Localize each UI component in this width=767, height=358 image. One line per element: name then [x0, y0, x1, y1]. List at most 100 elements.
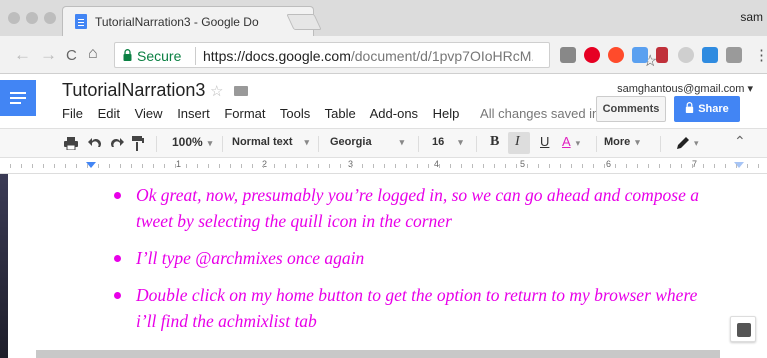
- address-bar[interactable]: Secure https://docs.google.com/document/…: [114, 42, 657, 70]
- ruler-tick: [648, 164, 649, 168]
- explore-button[interactable]: [730, 316, 756, 342]
- close-window-button[interactable]: [8, 12, 20, 24]
- pinterest-icon[interactable]: [584, 47, 600, 63]
- forward-button[interactable]: →: [40, 45, 57, 65]
- home-button[interactable]: ⌂: [88, 45, 98, 63]
- document-title[interactable]: TutorialNarration3: [62, 80, 205, 101]
- opera-icon[interactable]: [608, 47, 624, 63]
- list-item[interactable]: I’ll type @archmixes once again: [114, 245, 714, 271]
- style-select[interactable]: Normal text ▾: [232, 136, 309, 148]
- desktop-background: [0, 174, 8, 358]
- ruler-tick: [670, 164, 671, 168]
- menu-bar: File Edit View Insert Format Tools Table…: [62, 106, 638, 121]
- move-to-folder-icon[interactable]: [234, 86, 248, 96]
- ruler-tick: [494, 164, 495, 168]
- chevron-down-icon: ▾: [694, 138, 699, 148]
- tab-title: TutorialNarration3 - Google Do: [95, 15, 259, 29]
- minimize-window-button[interactable]: [26, 12, 38, 24]
- editing-mode-pencil-icon[interactable]: [676, 136, 690, 150]
- more-button[interactable]: More ▾: [604, 136, 640, 148]
- bullet-list: Ok great, now, presumably you’re logged …: [114, 182, 714, 345]
- ruler-tick: [131, 164, 132, 168]
- ruler-tick: [10, 164, 11, 168]
- back-button[interactable]: ←: [14, 45, 31, 65]
- zoom-window-button[interactable]: [44, 12, 56, 24]
- ruler-tick: [549, 164, 550, 168]
- ruler-tick: [351, 164, 352, 168]
- ruler-tick: [461, 164, 462, 168]
- document-page[interactable]: Ok great, now, presumably you’re logged …: [0, 174, 767, 350]
- print-icon[interactable]: [64, 137, 78, 150]
- redo-icon[interactable]: [110, 137, 124, 149]
- menu-table[interactable]: Table: [325, 106, 356, 121]
- toolbar-divider: [318, 136, 319, 152]
- ruler-tick: [197, 164, 198, 168]
- undo-icon[interactable]: [88, 137, 102, 149]
- bold-button[interactable]: B: [490, 134, 499, 150]
- zoom-select[interactable]: 100% ▾: [172, 135, 212, 149]
- browser-window: TutorialNarration3 - Google Do × sam ← →…: [0, 0, 767, 358]
- menu-view[interactable]: View: [135, 106, 163, 121]
- ruler-tick: [450, 164, 451, 168]
- browser-toolbar: ← → C ⌂ Secure https://docs.google.com/d…: [0, 36, 767, 74]
- ruler-tick: [472, 164, 473, 168]
- star-document-icon[interactable]: ☆: [210, 82, 223, 100]
- menu-file[interactable]: File: [62, 106, 83, 121]
- ruler-tick: [98, 164, 99, 168]
- profile-name[interactable]: sam: [740, 10, 763, 24]
- ruler-tick: [230, 164, 231, 168]
- ruler-tick: [318, 164, 319, 168]
- account-email[interactable]: samghantous@gmail.com ▾: [617, 82, 753, 95]
- ruler-tick: [527, 164, 528, 168]
- list-item[interactable]: Ok great, now, presumably you’re logged …: [114, 182, 714, 234]
- ruler-tick: [87, 164, 88, 168]
- ruler: 1 2 3 4 5 6 7: [0, 158, 767, 174]
- logo-line: [10, 92, 26, 94]
- browser-menu-icon[interactable]: ⋮: [754, 46, 767, 64]
- menu-edit[interactable]: Edit: [98, 106, 120, 121]
- share-button[interactable]: Share: [674, 96, 740, 122]
- image-icon[interactable]: [702, 47, 718, 63]
- ruler-tick: [109, 164, 110, 168]
- logo-line: [10, 97, 26, 99]
- paint-format-icon[interactable]: [132, 136, 144, 151]
- chevron-down-icon: ▾: [635, 137, 640, 147]
- ruler-tick: [43, 164, 44, 168]
- italic-button[interactable]: I: [515, 134, 520, 150]
- lock-icon: [123, 49, 132, 61]
- menu-format[interactable]: Format: [224, 106, 265, 121]
- text-color-button[interactable]: A ▾: [562, 134, 580, 149]
- ruler-tick: [285, 164, 286, 168]
- ruler-tick: [736, 164, 737, 168]
- menu-insert[interactable]: Insert: [177, 106, 210, 121]
- ruler-tick: [208, 164, 209, 168]
- browser-tab[interactable]: TutorialNarration3 - Google Do ×: [62, 6, 314, 36]
- ruler-tick: [362, 164, 363, 168]
- style-value: Normal text: [232, 136, 293, 148]
- menu-tools[interactable]: Tools: [280, 106, 310, 121]
- bars-icon[interactable]: [656, 47, 668, 63]
- reload-button[interactable]: C: [66, 47, 77, 64]
- list-item[interactable]: Double click on my home button to get th…: [114, 282, 714, 334]
- underline-button[interactable]: U: [540, 134, 549, 149]
- ruler-tick: [263, 164, 264, 168]
- ruler-tick: [373, 164, 374, 168]
- font-size-select[interactable]: 16 ▾: [432, 136, 463, 148]
- camera-icon[interactable]: [726, 47, 742, 63]
- menu-help[interactable]: Help: [433, 106, 460, 121]
- ruler-tick: [725, 164, 726, 168]
- collapse-toolbar-icon[interactable]: ⌃: [734, 133, 746, 150]
- chevron-down-icon: ▾: [575, 138, 581, 148]
- ruler-tick: [186, 164, 187, 168]
- comments-button[interactable]: Comments: [596, 96, 666, 122]
- google-docs-logo-icon[interactable]: [0, 80, 36, 116]
- horizontal-scrollbar[interactable]: [36, 350, 720, 358]
- cloud-icon[interactable]: [678, 47, 694, 63]
- ruler-tick: [296, 164, 297, 168]
- menu-add-ons[interactable]: Add-ons: [370, 106, 418, 121]
- font-select[interactable]: Georgia ▾: [330, 136, 404, 148]
- extension-icon[interactable]: [560, 47, 576, 63]
- document-icon[interactable]: [632, 47, 648, 63]
- toolbar-divider: [660, 136, 661, 152]
- zoom-value: 100%: [172, 135, 203, 149]
